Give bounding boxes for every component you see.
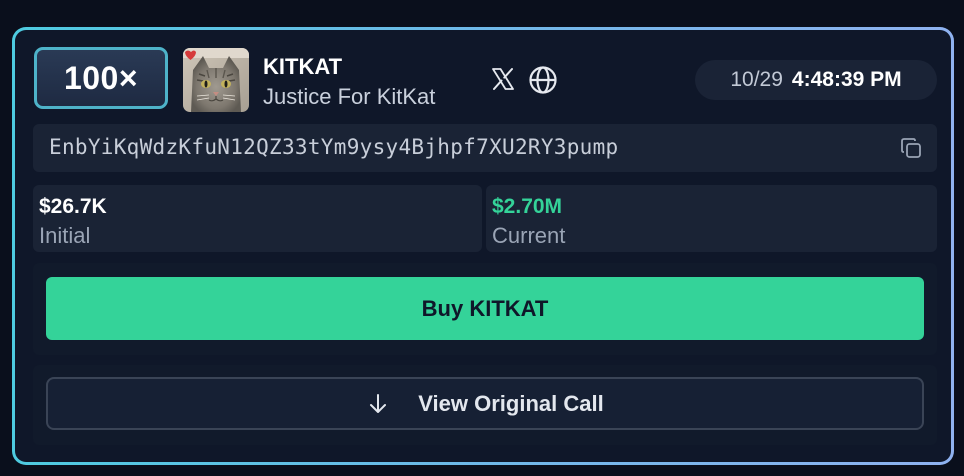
view-original-call-button[interactable]: View Original Call (46, 377, 924, 430)
contract-address-bar: EnbYiKqWdzKfuN12QZ33tYm9ysy4Bjhpf7XU2RY3… (33, 124, 937, 172)
contract-address: EnbYiKqWdzKfuN12QZ33tYm9ysy4Bjhpf7XU2RY3… (49, 135, 619, 159)
token-avatar (183, 48, 249, 112)
timestamp-clock: 4:48:39 PM (791, 68, 902, 91)
x-logo-icon[interactable] (491, 67, 515, 91)
call-card-body: 100× KITKAT Justice For KitKat 10/29 4:4… (15, 30, 951, 462)
buy-section: Buy KITKAT (33, 263, 937, 355)
view-original-call-label: View Original Call (418, 390, 604, 416)
initial-stat: $26.7K Initial (33, 185, 482, 252)
initial-label: Initial (39, 223, 91, 248)
current-label: Current (492, 223, 566, 248)
timestamp-date: 10/29 (730, 68, 783, 91)
buy-button[interactable]: Buy KITKAT (46, 277, 924, 340)
cat-photo-avatar-icon (183, 48, 249, 112)
initial-value: $26.7K (39, 195, 107, 218)
globe-icon[interactable] (528, 65, 558, 95)
copy-icon[interactable] (899, 136, 923, 160)
current-value: $2.70M (492, 195, 563, 218)
view-call-section: View Original Call (33, 365, 937, 445)
arrow-down-icon (370, 393, 387, 413)
multiplier-badge: 100× (34, 47, 168, 109)
call-card: 100× KITKAT Justice For KitKat 10/29 4:4… (12, 27, 954, 465)
timestamp-pill: 10/29 4:48:39 PM (695, 60, 937, 100)
token-description: Justice For KitKat (263, 84, 436, 109)
token-name: KITKAT (263, 54, 343, 79)
current-stat: $2.70M Current (486, 185, 937, 252)
